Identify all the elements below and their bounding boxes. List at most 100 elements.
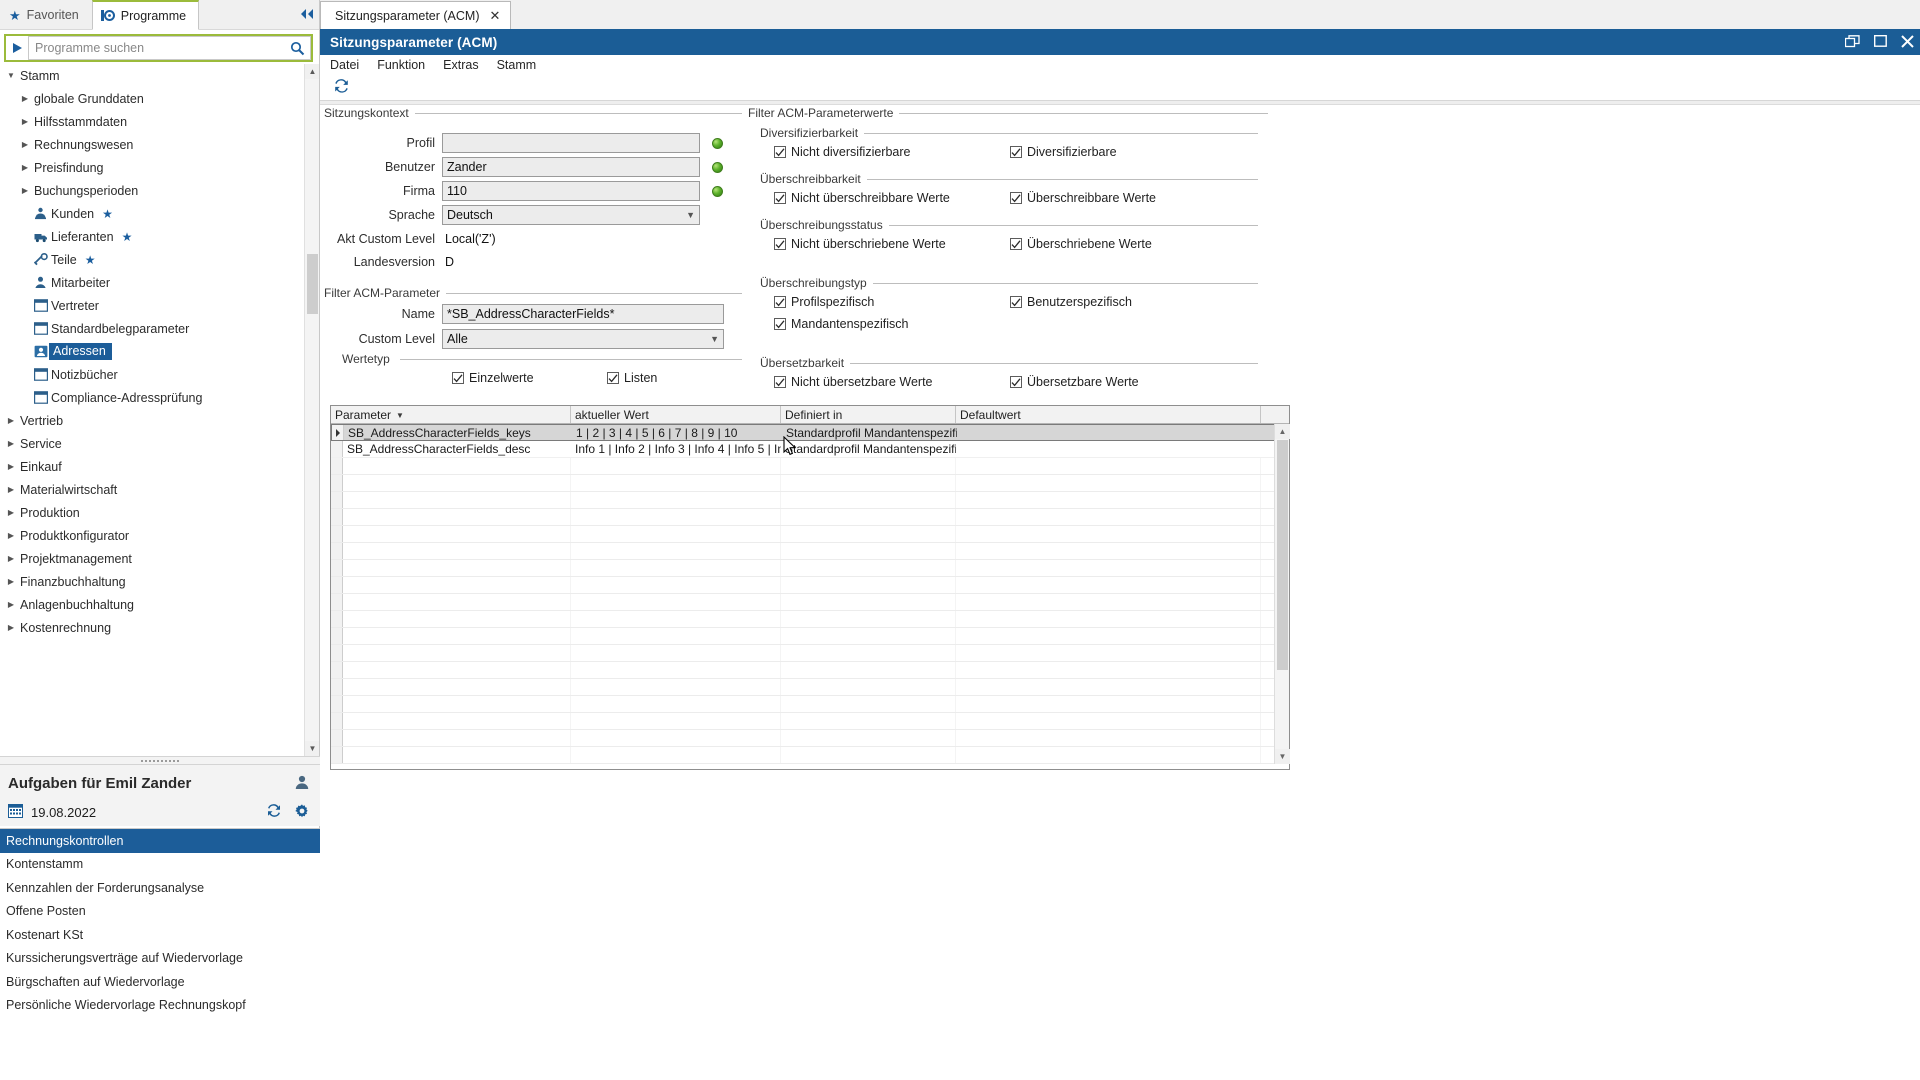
checkbox-nicht-überschriebene-werte[interactable]: Nicht überschriebene Werte: [774, 237, 946, 251]
row-selector[interactable]: [331, 560, 343, 576]
tree-item-hilfsstammdaten[interactable]: ▶ Hilfsstammdaten: [0, 110, 319, 133]
tree-scrollbar[interactable]: ▲ ▼: [304, 64, 319, 756]
tree-item-vertreter[interactable]: Vertreter: [0, 294, 319, 317]
scroll-up-icon[interactable]: ▲: [305, 64, 319, 79]
row-selector[interactable]: [332, 425, 344, 440]
checkbox-benutzerspezifisch[interactable]: Benutzerspezifisch: [1010, 295, 1132, 309]
task-list-item[interactable]: Rechnungskontrollen: [0, 829, 320, 853]
menu-extras[interactable]: Extras: [434, 58, 487, 72]
star-icon[interactable]: ★: [85, 253, 96, 267]
chevron-right-icon[interactable]: ▶: [18, 117, 32, 126]
user-icon[interactable]: [294, 774, 310, 793]
tree-item-kostenrechnung[interactable]: ▶ Kostenrechnung: [0, 616, 319, 639]
checkbox-nicht-überschreibbare-werte[interactable]: Nicht überschreibbare Werte: [774, 191, 950, 205]
task-list-item[interactable]: Kostenart KSt: [0, 923, 320, 947]
search-input[interactable]: [28, 36, 285, 60]
chevron-right-icon[interactable]: ▶: [18, 186, 32, 195]
scroll-up-icon[interactable]: ▲: [1275, 424, 1290, 439]
row-selector[interactable]: [331, 441, 343, 457]
row-selector[interactable]: [331, 696, 343, 712]
sprache-select[interactable]: Deutsch ▼: [442, 205, 700, 225]
tree-item-kunden[interactable]: Kunden ★: [0, 202, 319, 225]
menu-stamm[interactable]: Stamm: [488, 58, 546, 72]
row-selector[interactable]: [331, 747, 343, 763]
checkbox-listen[interactable]: Listen: [607, 371, 657, 385]
row-selector[interactable]: [331, 645, 343, 661]
chevron-right-icon[interactable]: ▶: [18, 163, 32, 172]
row-selector[interactable]: [331, 543, 343, 559]
play-icon[interactable]: [6, 36, 28, 60]
task-list-item[interactable]: Kennzahlen der Forderungsanalyse: [0, 876, 320, 900]
tree-item-produktkonfigurator[interactable]: ▶ Produktkonfigurator: [0, 524, 319, 547]
tree-item-notizb-cher[interactable]: Notizbücher: [0, 363, 319, 386]
grid-row-empty[interactable]: [331, 679, 1289, 696]
checkbox-überschreibbare-werte[interactable]: Überschreibbare Werte: [1010, 191, 1156, 205]
sidebar-splitter[interactable]: [0, 756, 320, 765]
chevron-right-icon[interactable]: ▶: [4, 577, 18, 586]
gear-icon[interactable]: [294, 803, 310, 822]
maximize-icon[interactable]: [1873, 34, 1887, 50]
checkbox-einzelwerte[interactable]: Einzelwerte: [452, 371, 534, 385]
tree-item-rechnungswesen[interactable]: ▶ Rechnungswesen: [0, 133, 319, 156]
grid-row-empty[interactable]: [331, 713, 1289, 730]
tree-item-standardbelegparameter[interactable]: Standardbelegparameter: [0, 317, 319, 340]
tree-item-lieferanten[interactable]: Lieferanten ★: [0, 225, 319, 248]
tree-item-vertrieb[interactable]: ▶ Vertrieb: [0, 409, 319, 432]
row-selector[interactable]: [331, 475, 343, 491]
row-selector[interactable]: [331, 730, 343, 746]
row-selector[interactable]: [331, 662, 343, 678]
checkbox-profilspezifisch[interactable]: Profilspezifisch: [774, 295, 874, 309]
row-selector[interactable]: [331, 509, 343, 525]
name-filter-input[interactable]: [442, 304, 724, 324]
grid-row-empty[interactable]: [331, 526, 1289, 543]
grid-row-empty[interactable]: [331, 560, 1289, 577]
tree-item-stamm[interactable]: ▼ Stamm: [0, 64, 319, 87]
chevron-right-icon[interactable]: ▶: [18, 94, 32, 103]
star-icon[interactable]: ★: [102, 207, 113, 221]
star-icon[interactable]: ★: [122, 230, 133, 244]
grid-col-definiert-in[interactable]: Definiert in: [781, 406, 956, 423]
tree-item-service[interactable]: ▶ Service: [0, 432, 319, 455]
tree-item-compliance-adresspr-fung[interactable]: Compliance-Adressprüfung: [0, 386, 319, 409]
grid-row-empty[interactable]: [331, 509, 1289, 526]
task-list-item[interactable]: Kurssicherungsverträge auf Wiedervorlage: [0, 947, 320, 971]
grid-row-empty[interactable]: [331, 594, 1289, 611]
document-tab-sitzungsparameter[interactable]: Sitzungsparameter (ACM) ✕: [320, 1, 512, 29]
custom-level-select[interactable]: Alle ▼: [442, 329, 724, 349]
checkbox-übersetzbare-werte[interactable]: Übersetzbare Werte: [1010, 375, 1139, 389]
benutzer-input[interactable]: [442, 157, 700, 177]
grid-row-empty[interactable]: [331, 645, 1289, 662]
calendar-icon[interactable]: [8, 803, 23, 821]
checkbox-nicht-diversifizierbare[interactable]: Nicht diversifizierbare: [774, 145, 910, 159]
grid-col-defaultwert[interactable]: Defaultwert: [956, 406, 1261, 423]
row-selector[interactable]: [331, 458, 343, 474]
grid-row-empty[interactable]: [331, 543, 1289, 560]
sidebar-tab-programme[interactable]: Programme: [91, 0, 200, 30]
tree-item-preisfindung[interactable]: ▶ Preisfindung: [0, 156, 319, 179]
row-selector[interactable]: [331, 594, 343, 610]
chevron-right-icon[interactable]: ▶: [4, 416, 18, 425]
checkbox-mandantenspezifisch[interactable]: Mandantenspezifisch: [774, 317, 908, 331]
row-selector[interactable]: [331, 628, 343, 644]
tree-scroll-thumb[interactable]: [307, 254, 318, 314]
close-window-icon[interactable]: [1901, 34, 1914, 51]
grid-row-empty[interactable]: [331, 492, 1289, 509]
refresh-icon[interactable]: [266, 803, 282, 822]
tree-item-produktion[interactable]: ▶ Produktion: [0, 501, 319, 524]
grid-row-empty[interactable]: [331, 747, 1289, 764]
sidebar-tab-favoriten[interactable]: ★ Favoriten: [0, 1, 92, 29]
restore-icon[interactable]: [1844, 34, 1860, 51]
scroll-down-icon[interactable]: ▼: [305, 741, 319, 756]
grid-row-empty[interactable]: [331, 730, 1289, 747]
chevron-down-icon[interactable]: ▼: [4, 71, 18, 80]
chevron-right-icon[interactable]: ▶: [4, 508, 18, 517]
search-icon[interactable]: [285, 36, 311, 60]
grid-row-empty[interactable]: [331, 611, 1289, 628]
row-selector[interactable]: [331, 526, 343, 542]
tree-item-globale-grunddaten[interactable]: ▶ globale Grunddaten: [0, 87, 319, 110]
tree-item-finanzbuchhaltung[interactable]: ▶ Finanzbuchhaltung: [0, 570, 319, 593]
checkbox-überschriebene-werte[interactable]: Überschriebene Werte: [1010, 237, 1152, 251]
checkbox-nicht-übersetzbare-werte[interactable]: Nicht übersetzbare Werte: [774, 375, 933, 389]
task-list-item[interactable]: Kontenstamm: [0, 853, 320, 877]
firma-input[interactable]: [442, 181, 700, 201]
